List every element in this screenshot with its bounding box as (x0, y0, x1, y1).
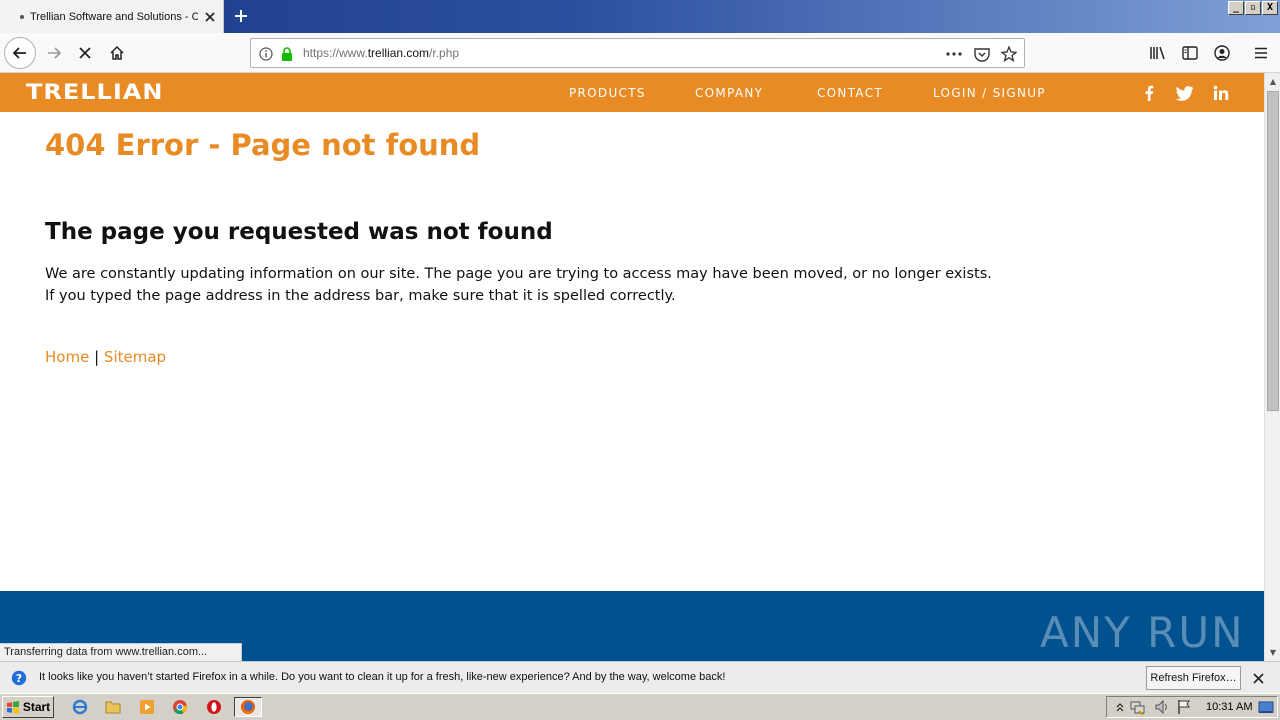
account-button[interactable] (1206, 37, 1238, 69)
not-found-subheading: The page you requested was not found (45, 219, 553, 245)
browser-tab[interactable]: Trellian Software and Solutions - C (0, 0, 224, 33)
opera-icon[interactable] (205, 698, 223, 716)
action-center-flag-icon[interactable] (1175, 698, 1193, 716)
home-icon (110, 45, 124, 60)
url-domain: trellian.com (367, 46, 430, 60)
browser-navbar: https://www.trellian.com/r.php (0, 33, 1280, 73)
twitter-icon[interactable] (1176, 84, 1194, 102)
nav-company[interactable]: COMPANY (695, 86, 763, 100)
library-button[interactable] (1142, 37, 1174, 69)
explanation-paragraph-1: We are constantly updating information o… (45, 266, 992, 282)
svg-text:?: ? (16, 672, 22, 685)
back-button[interactable] (4, 37, 36, 69)
close-window-button[interactable]: X (1262, 1, 1278, 15)
notification-text: It looks like you haven’t started Firefo… (39, 671, 726, 683)
bookmark-star-icon[interactable] (1000, 45, 1018, 63)
linkedin-icon[interactable] (1212, 84, 1230, 102)
nav-contact[interactable]: CONTACT (817, 86, 883, 100)
question-icon: ? (11, 670, 27, 686)
link-separator: | (94, 348, 100, 366)
window-controls: _ ▫ X (1228, 1, 1278, 15)
show-desktop-icon[interactable] (1257, 698, 1275, 716)
home-button[interactable] (101, 37, 133, 69)
stop-button[interactable] (69, 37, 101, 69)
volume-icon[interactable] (1153, 698, 1171, 716)
site-logo[interactable]: TRELLIAN (26, 79, 163, 104)
tray-expand-icon[interactable] (1111, 698, 1129, 716)
sidebar-icon (1182, 46, 1198, 60)
anyrun-watermark: ANY RUN (1040, 608, 1245, 657)
forward-button[interactable] (38, 37, 70, 69)
url-prefix: https://www. (303, 46, 368, 60)
chrome-icon[interactable] (171, 698, 189, 716)
new-tab-button[interactable] (229, 4, 253, 28)
scroll-down-icon[interactable]: ▼ (1266, 645, 1280, 659)
site-header: TRELLIAN PRODUCTS COMPANY CONTACT LOGIN … (0, 73, 1264, 112)
sitemap-link[interactable]: Sitemap (104, 348, 166, 366)
facebook-icon[interactable] (1140, 84, 1158, 102)
explanation-paragraph-2: If you typed the page address in the add… (45, 288, 676, 304)
error-heading: 404 Error - Page not found (45, 128, 481, 162)
forward-arrow-icon (48, 47, 62, 59)
stop-icon (79, 47, 91, 59)
taskbar-clock: 10:31 AM (1206, 701, 1253, 713)
url-text[interactable]: https://www.trellian.com/r.php (303, 46, 459, 60)
pocket-icon[interactable] (973, 45, 991, 63)
minimize-button[interactable]: _ (1228, 1, 1244, 15)
library-icon (1150, 46, 1165, 60)
page-scrollbar[interactable]: ▲ ▼ (1264, 73, 1280, 661)
status-bar: Transferring data from www.trellian.com.… (0, 643, 242, 661)
browser-titlebar: Trellian Software and Solutions - C _ ▫ … (0, 0, 1280, 33)
restore-button[interactable]: ▫ (1245, 1, 1261, 15)
firefox-icon (241, 700, 255, 714)
back-arrow-icon (12, 47, 26, 59)
refresh-firefox-button[interactable]: Refresh Firefox… (1146, 666, 1241, 690)
windows-logo-icon (6, 700, 19, 714)
nav-login-signup[interactable]: LOGIN / SIGNUP (933, 86, 1046, 100)
close-notification-icon[interactable] (1250, 670, 1266, 686)
account-icon (1214, 45, 1230, 61)
scroll-up-icon[interactable]: ▲ (1266, 74, 1280, 88)
tab-close-icon[interactable] (200, 7, 220, 27)
page-content (0, 112, 1264, 591)
network-icon[interactable] (1129, 698, 1147, 716)
tab-title: Trellian Software and Solutions - C (30, 10, 198, 23)
helper-links: Home | Sitemap (45, 348, 166, 366)
start-label: Start (22, 700, 51, 714)
menu-button[interactable] (1245, 37, 1277, 69)
nav-products[interactable]: PRODUCTS (569, 86, 646, 100)
notification-bar: ? It looks like you haven’t started Fire… (0, 661, 1280, 693)
tab-loading-icon (20, 14, 24, 19)
hamburger-icon (1255, 47, 1267, 59)
internet-explorer-icon[interactable] (71, 698, 89, 716)
start-button[interactable]: Start (2, 696, 54, 718)
page-actions-icon[interactable] (945, 45, 963, 63)
windows-taskbar: Start 10:31 AM (0, 693, 1280, 720)
info-icon[interactable] (257, 45, 275, 63)
url-path: /r.php (429, 46, 460, 60)
media-player-icon[interactable] (138, 698, 156, 716)
address-bar[interactable]: https://www.trellian.com/r.php (250, 38, 1025, 68)
home-link[interactable]: Home (45, 348, 89, 366)
firefox-taskbar-button[interactable] (234, 697, 262, 717)
lock-icon[interactable] (278, 45, 296, 63)
file-explorer-icon[interactable] (104, 698, 122, 716)
scrollbar-thumb[interactable] (1267, 91, 1279, 411)
sidebar-button[interactable] (1174, 37, 1206, 69)
